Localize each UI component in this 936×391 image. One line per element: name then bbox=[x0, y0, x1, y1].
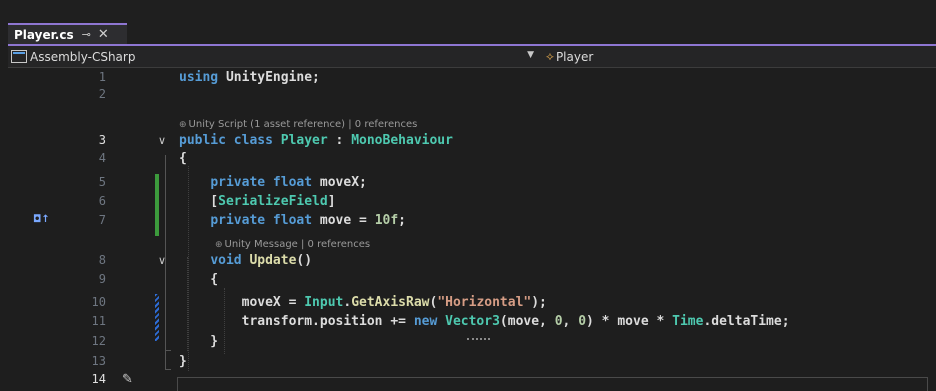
line-code: void Update() bbox=[210, 253, 313, 268]
line-code: { bbox=[179, 151, 187, 166]
code-line: 3 ∨ public class Player : MonoBehaviour bbox=[8, 132, 936, 149]
line-code: using UnityEngine; bbox=[179, 70, 320, 85]
tab-filename: Player.cs bbox=[14, 27, 74, 42]
line-number: 8 bbox=[98, 253, 106, 267]
code-line: 2 bbox=[8, 86, 936, 103]
line-number: 5 bbox=[98, 175, 106, 189]
line-code: private float move = 10f; bbox=[210, 213, 406, 228]
collapse-chevron-icon[interactable]: ∨ bbox=[158, 132, 166, 149]
title-strip bbox=[0, 0, 936, 23]
code-line: 4 { bbox=[8, 150, 936, 167]
codelens-script[interactable]: ⊕ Unity Script (1 asset reference) | 0 re… bbox=[179, 119, 417, 131]
class-icon: ⟡ bbox=[546, 49, 554, 63]
line-number: 1 bbox=[98, 70, 106, 84]
code-line: 12 } bbox=[8, 333, 936, 350]
line-number: 13 bbox=[91, 354, 106, 368]
code-line: 11 transform.position += new Vector3(mov… bbox=[8, 313, 936, 330]
current-line-highlight bbox=[177, 377, 928, 391]
collapse-chevron-icon[interactable]: ∨ bbox=[158, 252, 166, 269]
line-code: public class Player : MonoBehaviour bbox=[179, 133, 453, 148]
line-number: 2 bbox=[98, 87, 106, 101]
project-name: Assembly-CSharp bbox=[30, 49, 136, 64]
code-line: 13 } bbox=[8, 353, 936, 370]
code-line: 6 [SerializeField] bbox=[8, 193, 936, 210]
project-icon bbox=[11, 50, 27, 63]
tab-player-cs[interactable]: Player.cs ⊸ ✕ bbox=[8, 23, 127, 44]
line-number: 12 bbox=[91, 334, 106, 348]
code-editor[interactable]: ◘↑ 1 using UnityEngine; 2 ⊕ Unity Script … bbox=[8, 68, 936, 390]
line-code: moveX = Input.GetAxisRaw("Horizontal"); bbox=[179, 295, 547, 310]
pin-icon[interactable]: ⊸ bbox=[82, 28, 91, 41]
line-code: transform.position += new Vector3(move, … bbox=[179, 314, 790, 329]
line-code: } bbox=[179, 334, 219, 349]
code-line: 8 ∨ void Update() bbox=[8, 252, 936, 269]
line-number: 10 bbox=[91, 295, 106, 309]
member-name: Player bbox=[555, 49, 594, 64]
line-number: 14 bbox=[91, 372, 106, 386]
line-code: private float moveX; bbox=[210, 175, 367, 190]
suggestion-squiggle[interactable] bbox=[467, 338, 490, 340]
member-dropdown[interactable]: ⟡ Player bbox=[542, 46, 932, 67]
chevron-down-icon[interactable]: ▼ bbox=[527, 50, 534, 60]
fold-end-method bbox=[165, 350, 171, 351]
edit-pen-icon[interactable]: ✎ bbox=[122, 372, 133, 387]
navigation-bar: Assembly-CSharp ▼ ⟡ Player bbox=[8, 46, 936, 68]
line-number: 9 bbox=[98, 272, 106, 286]
code-line: 5 private float moveX; bbox=[8, 174, 936, 191]
line-code: { bbox=[179, 272, 219, 287]
code-line: 7 private float move = 10f; bbox=[8, 212, 936, 229]
line-code: [SerializeField] bbox=[179, 194, 336, 209]
unity-icon: ⊕ bbox=[215, 240, 223, 250]
project-dropdown[interactable]: Assembly-CSharp ▼ bbox=[8, 46, 540, 67]
code-line: 10 moveX = Input.GetAxisRaw("Horizontal"… bbox=[8, 294, 936, 311]
line-number: 4 bbox=[98, 151, 106, 165]
line-code: } bbox=[179, 354, 187, 369]
line-number: 3 bbox=[98, 133, 106, 147]
tab-bar: Player.cs ⊸ ✕ bbox=[0, 23, 936, 44]
line-number: 7 bbox=[98, 213, 106, 227]
code-line: 1 using UnityEngine; bbox=[8, 69, 936, 86]
line-number: 11 bbox=[91, 314, 106, 328]
codelens-message[interactable]: ⊕ Unity Message | 0 references bbox=[215, 239, 370, 251]
close-icon[interactable]: ✕ bbox=[98, 27, 109, 42]
code-line: 9 { bbox=[8, 271, 936, 288]
unity-icon: ⊕ bbox=[179, 120, 187, 130]
line-number: 6 bbox=[98, 194, 106, 208]
